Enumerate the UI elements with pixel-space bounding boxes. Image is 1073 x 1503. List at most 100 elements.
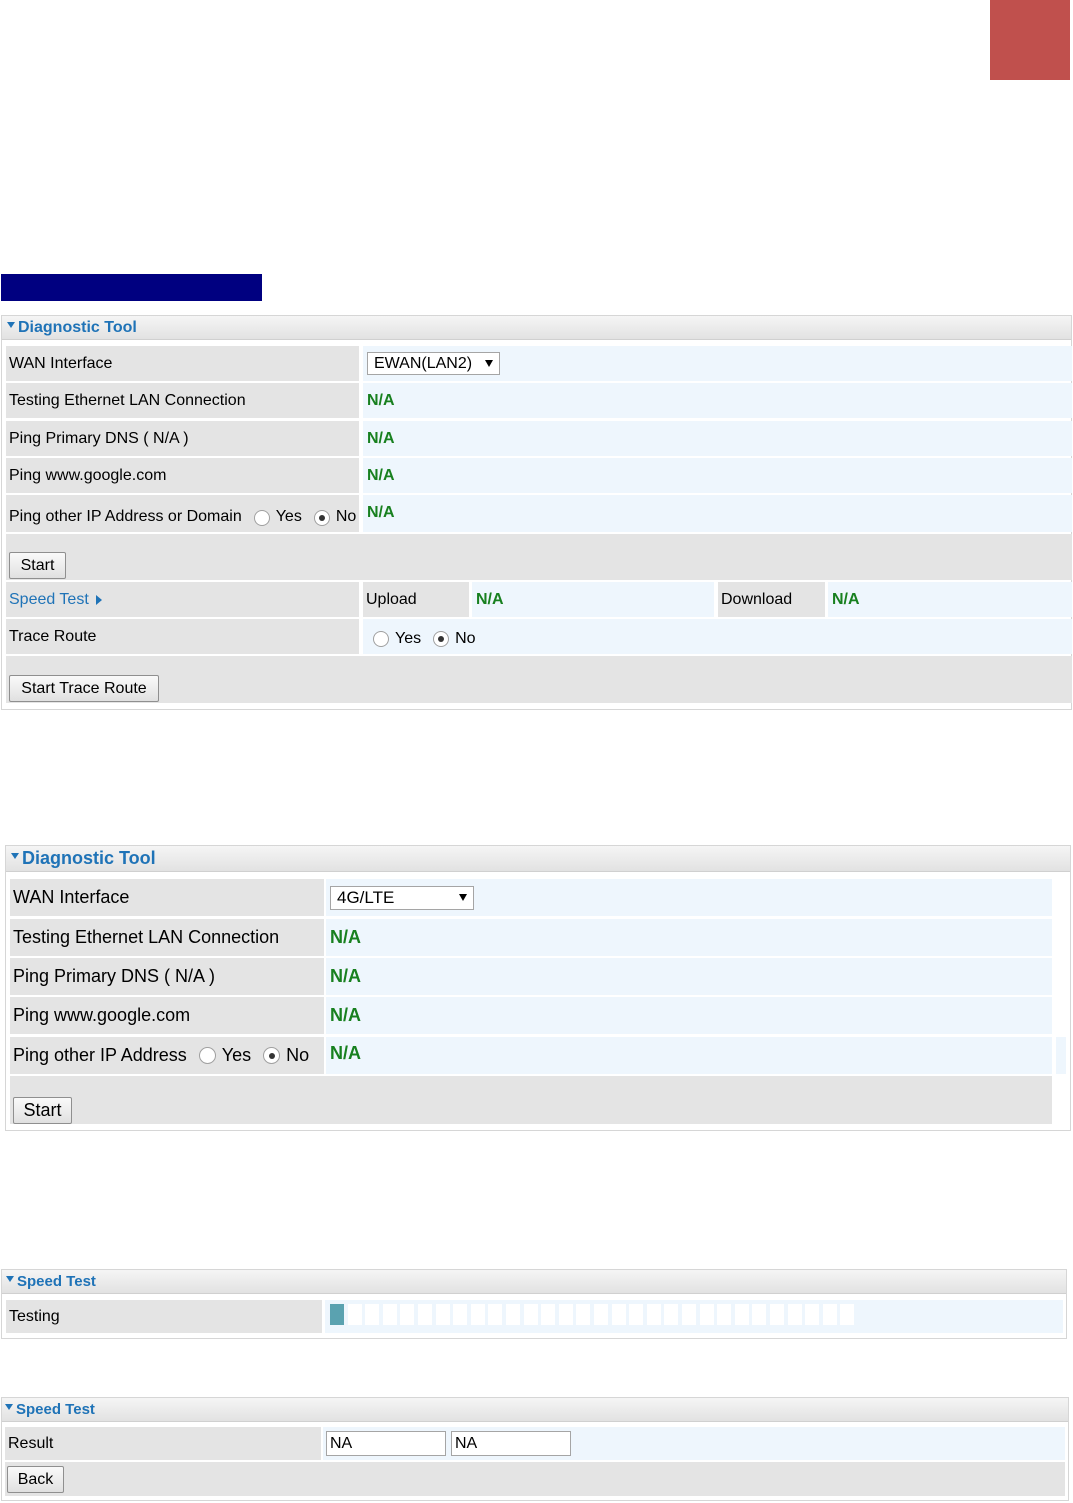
ping-other-yes-label: Yes [275, 508, 302, 525]
ping-dns-value: N/A [367, 429, 395, 447]
ping-dns-label: Ping Primary DNS ( N/A ) [6, 421, 359, 456]
corner-decoration [990, 0, 1070, 80]
result-label: Result [5, 1427, 321, 1460]
ping-other-no-label: No [286, 1045, 310, 1065]
expand-arrow-icon[interactable] [95, 594, 102, 605]
progress-segment [646, 1304, 661, 1325]
ping-other-label: Ping other IP Address [13, 1045, 187, 1065]
progress-segment [822, 1304, 837, 1325]
ping-dns-cell: N/A [363, 421, 1072, 456]
progress-segment [805, 1304, 820, 1325]
wan-interface-select[interactable]: EWAN(LAN2) [367, 352, 500, 375]
speed-test-progress-panel: Speed Test Testing [1, 1269, 1067, 1339]
start-trace-route-button[interactable]: Start Trace Route [9, 675, 159, 702]
speed-test-link[interactable]: Speed Test [9, 591, 89, 609]
ping-other-value-cell: N/A [363, 495, 1072, 532]
progress-segment [347, 1304, 362, 1325]
ping-other-no-radio[interactable] [263, 1047, 281, 1064]
progress-segment [506, 1304, 520, 1325]
progress-bar [330, 1300, 930, 1333]
speed-test-result-panel: Speed Test Result NA NA Back [1, 1397, 1069, 1501]
progress-segment [611, 1304, 626, 1325]
ping-dns-value: N/A [330, 966, 361, 986]
panel-title: Speed Test [17, 1273, 96, 1290]
ping-other-label: Ping other IP Address or Domain [9, 508, 242, 525]
dropdown-arrow-icon [485, 360, 493, 367]
progress-segment [558, 1304, 573, 1325]
ping-dns-cell: N/A [326, 958, 1052, 995]
ping-other-cell: Ping other IP Address Yes No [10, 1037, 324, 1074]
ping-other-cell: Ping other IP Address or Domain Yes No [6, 495, 359, 532]
dropdown-arrow-icon [459, 894, 467, 901]
diagnostic-tool-panel-1: Diagnostic Tool WAN Interface EWAN(LAN2)… [1, 315, 1072, 710]
progress-segment [699, 1304, 714, 1325]
wan-interface-label: WAN Interface [6, 346, 359, 381]
ping-dns-label: Ping Primary DNS ( N/A ) [10, 958, 324, 995]
ping-other-yes-radio[interactable] [198, 1047, 216, 1064]
collapse-caret-icon [6, 1275, 14, 1282]
progress-segment [576, 1304, 591, 1325]
testing-ethernet-cell: N/A [363, 383, 1072, 418]
collapse-caret-icon [5, 1403, 13, 1410]
ping-other-no-radio[interactable] [313, 510, 330, 526]
trace-no-radio[interactable] [433, 630, 450, 647]
diagnostic-tool-panel-2: Diagnostic Tool WAN Interface 4G/LTE Tes… [5, 845, 1071, 1131]
wan-interface-label: WAN Interface [10, 879, 324, 916]
start-button[interactable]: Start [13, 1097, 72, 1124]
ping-other-value-cell: N/A [326, 1037, 1052, 1074]
wan-interface-select[interactable]: 4G/LTE [330, 885, 474, 910]
download-label: Download [718, 582, 825, 617]
ping-google-value: N/A [367, 466, 395, 484]
result-download-field[interactable]: NA [451, 1431, 571, 1456]
collapse-caret-icon [11, 852, 19, 859]
progress-segment [382, 1304, 397, 1325]
result-upload-field[interactable]: NA [326, 1431, 446, 1456]
trace-route-label: Trace Route [6, 619, 359, 654]
result-cell: NA NA [323, 1427, 1065, 1460]
progress-segment [400, 1304, 415, 1325]
progress-segment [435, 1304, 450, 1325]
ping-google-cell: N/A [363, 458, 1072, 493]
panel-header[interactable]: Diagnostic Tool [6, 846, 1070, 872]
progress-segment [453, 1304, 468, 1325]
testing-ethernet-label: Testing Ethernet LAN Connection [10, 919, 324, 956]
panel-header[interactable]: Speed Test [2, 1398, 1068, 1422]
testing-label: Testing [6, 1300, 322, 1333]
ping-google-value: N/A [330, 1005, 361, 1025]
collapse-caret-icon [7, 321, 15, 328]
testing-ethernet-value: N/A [367, 391, 395, 409]
start-button[interactable]: Start [9, 552, 66, 579]
back-button[interactable]: Back [7, 1466, 64, 1493]
ping-google-label: Ping www.google.com [10, 997, 324, 1034]
section-banner [1, 274, 262, 301]
panel-header[interactable]: Diagnostic Tool [2, 316, 1071, 340]
progress-segment [682, 1304, 696, 1325]
progress-segment [752, 1304, 767, 1325]
progress-segment [734, 1304, 749, 1325]
ping-other-value: N/A [330, 1043, 361, 1063]
panel-title: Diagnostic Tool [22, 848, 156, 868]
progress-segment-filled [330, 1304, 344, 1325]
trace-yes-radio[interactable] [373, 630, 389, 647]
panel-header[interactable]: Speed Test [2, 1270, 1066, 1294]
progress-segment [787, 1304, 802, 1325]
trace-yes-label: Yes [395, 629, 422, 647]
upload-label: Upload [363, 582, 469, 617]
panel-title: Speed Test [16, 1401, 95, 1418]
progress-segment [594, 1304, 608, 1325]
edge-filler [1056, 1037, 1066, 1074]
trace-no-label: No [455, 629, 476, 647]
progress-segment [365, 1304, 380, 1325]
ping-google-label: Ping www.google.com [6, 458, 359, 493]
progress-segment [418, 1304, 432, 1325]
progress-segment [470, 1304, 485, 1325]
ping-other-yes-radio[interactable] [253, 510, 270, 526]
progress-segment [523, 1304, 538, 1325]
progress-segment [717, 1304, 732, 1325]
start-row [6, 534, 1072, 580]
progress-segment [541, 1304, 556, 1325]
wan-interface-cell: 4G/LTE [326, 879, 1052, 916]
wan-interface-selected: 4G/LTE [337, 887, 395, 907]
ping-other-yes-label: Yes [221, 1045, 252, 1065]
trace-route-cell: Yes No [363, 619, 1072, 654]
